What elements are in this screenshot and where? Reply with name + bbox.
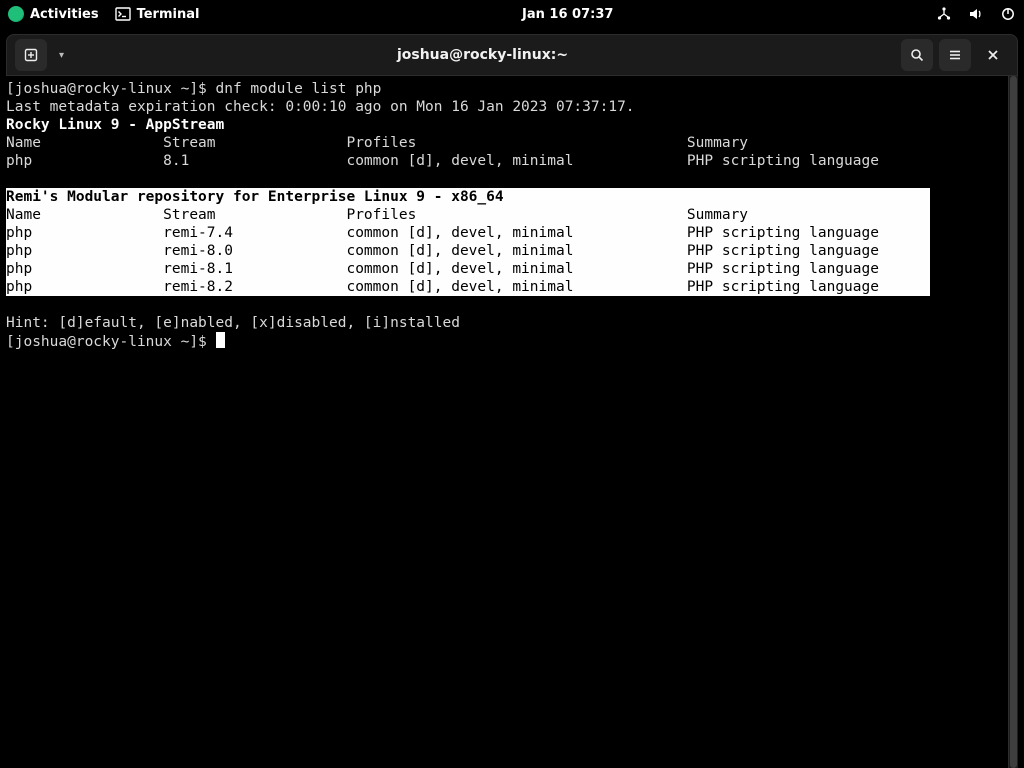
clock-text: Jan 16 07:37 [522, 7, 613, 22]
active-app-label: Terminal [137, 7, 200, 22]
gnome-top-bar: Activities Terminal Jan 16 07:37 [0, 0, 1024, 28]
hamburger-menu-button[interactable] [939, 39, 971, 71]
power-icon[interactable] [1000, 6, 1016, 22]
network-icon[interactable] [936, 6, 952, 22]
active-app-indicator[interactable]: Terminal [115, 6, 200, 22]
window-title: joshua@rocky-linux:~ [64, 47, 901, 63]
window-title-bar: ▾ joshua@rocky-linux:~ [6, 34, 1018, 76]
close-button[interactable] [977, 39, 1009, 71]
clock[interactable]: Jan 16 07:37 [522, 7, 613, 22]
search-button[interactable] [901, 39, 933, 71]
new-tab-button[interactable] [15, 39, 47, 71]
volume-icon[interactable] [968, 6, 984, 22]
terminal-output: [joshua@rocky-linux ~]$ dnf module list … [6, 80, 1018, 351]
rocky-logo-icon [8, 6, 24, 22]
terminal-app-icon [115, 6, 131, 22]
terminal-viewport[interactable]: [joshua@rocky-linux ~]$ dnf module list … [6, 76, 1018, 768]
activities-label: Activities [30, 7, 99, 22]
activities-button[interactable]: Activities [8, 6, 99, 22]
